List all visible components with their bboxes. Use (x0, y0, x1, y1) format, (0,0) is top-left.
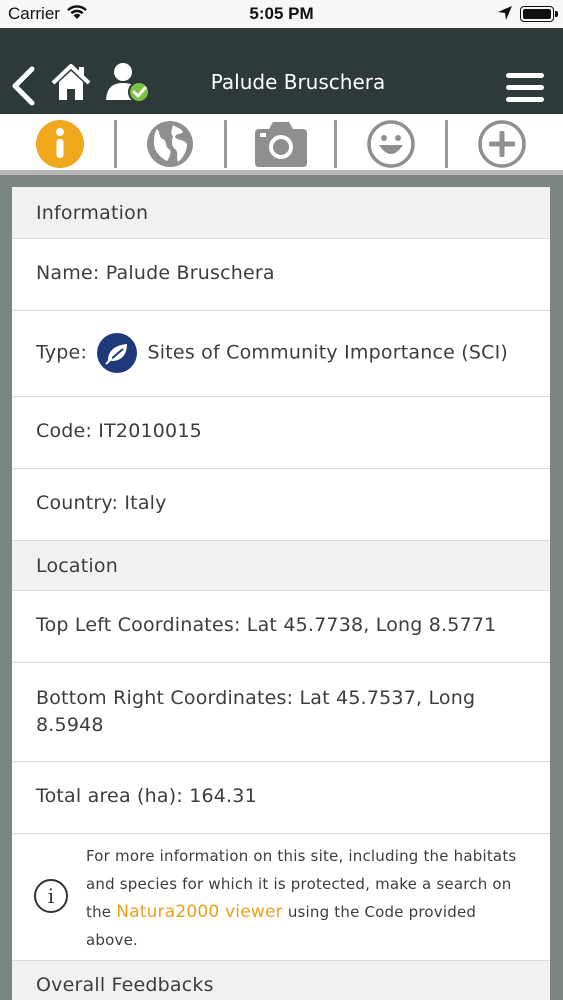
section-header-location: Location (12, 541, 550, 591)
name-value: Palude Bruschera (105, 262, 275, 284)
section-title: Information (36, 202, 149, 224)
battery-icon (520, 6, 558, 22)
location-arrow-icon (497, 5, 513, 26)
info-outline-icon: i (34, 879, 68, 913)
site-details-card: Information Name: Palude Bruschera Type:… (12, 187, 550, 1000)
globe-icon (147, 121, 193, 167)
plus-circle-icon (478, 120, 526, 168)
info-icon (36, 120, 84, 168)
clock-time: 5:05 PM (249, 4, 314, 23)
location-row-bottom-right: Bottom Right Coordinates: Lat 45.7537, L… (12, 663, 550, 762)
area-value: 164.31 (189, 785, 257, 807)
bottom-right-value: Lat 45.7537, Long (299, 687, 476, 709)
tab-divider (334, 120, 337, 168)
tab-feedback[interactable] (361, 118, 421, 170)
top-left-label: Top Left Coordinates: (36, 614, 241, 636)
back-icon[interactable] (8, 66, 38, 106)
bottom-right-value-continued: 8.5948 (36, 714, 104, 736)
tab-divider (445, 120, 448, 168)
tab-info[interactable] (30, 118, 90, 170)
tab-add[interactable] (472, 118, 532, 170)
area-label: Total area (ha): (36, 785, 183, 807)
status-bar: Carrier 5:05 PM (0, 0, 563, 28)
tab-divider (114, 120, 117, 168)
camera-icon (255, 122, 307, 167)
info-row-code: Code: IT2010015 (12, 397, 550, 469)
country-label: Country: (36, 492, 119, 514)
sci-leaf-icon (97, 333, 138, 373)
info-note: i For more information on this site, inc… (12, 834, 550, 961)
bottom-right-label: Bottom Right Coordinates: (36, 687, 294, 709)
country-value: Italy (124, 492, 167, 514)
nav-header: Palude Bruschera (0, 28, 563, 114)
tab-divider (224, 120, 227, 168)
hamburger-menu-icon[interactable] (506, 73, 544, 105)
smiley-icon (367, 120, 415, 168)
natura2000-viewer-link[interactable]: Natura2000 viewer (116, 902, 283, 922)
note-text: For more information on this site, inclu… (86, 842, 532, 954)
top-left-value: Lat 45.7738, Long 8.5771 (246, 614, 497, 636)
section-header-information: Information (12, 187, 550, 239)
section-title: Location (36, 555, 118, 577)
section-header-feedback: Overall Feedbacks (12, 961, 550, 1000)
info-row-name: Name: Palude Bruschera (12, 239, 550, 311)
user-verified-icon[interactable] (104, 60, 150, 104)
tab-map[interactable] (140, 118, 200, 170)
section-title: Overall Feedbacks (36, 974, 214, 996)
tab-photos[interactable] (251, 118, 311, 170)
type-label: Type: (36, 341, 88, 364)
type-value: Sites of Community Importance (SCI) (147, 341, 508, 364)
location-row-area: Total area (ha): 164.31 (12, 762, 550, 834)
info-row-country: Country: Italy (12, 469, 550, 541)
location-row-top-left: Top Left Coordinates: Lat 45.7738, Long … (12, 591, 550, 663)
home-icon[interactable] (50, 62, 92, 102)
name-label: Name: (36, 262, 100, 284)
tab-bar-underline (0, 170, 563, 175)
code-value: IT2010015 (98, 420, 202, 442)
tab-bar (0, 114, 563, 174)
info-row-type: Type: Sites of Community Importance (SCI… (12, 311, 550, 397)
code-label: Code: (36, 420, 93, 442)
page-title: Palude Bruschera (210, 70, 386, 94)
